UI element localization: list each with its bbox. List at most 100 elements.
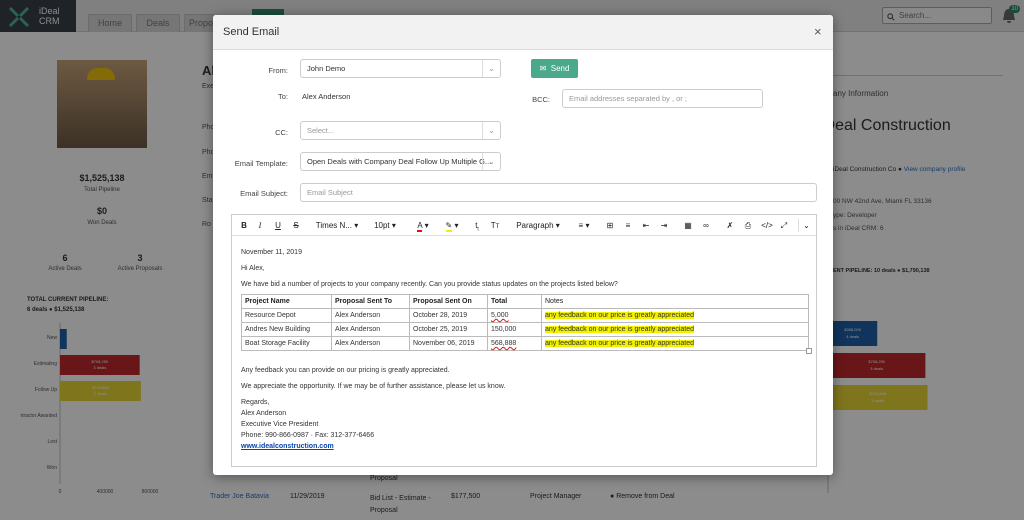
- note-text: any feedback on our price is greatly app…: [545, 340, 695, 347]
- table-resize-handle[interactable]: [806, 348, 812, 354]
- table-cell: any feedback on our price is greatly app…: [541, 336, 809, 351]
- table-cell: Alex Anderson: [331, 308, 410, 323]
- fullscreen-icon[interactable]: ⤢: [778, 219, 790, 232]
- text-color-icon: A: [417, 221, 423, 232]
- bcc-label: BCC:: [532, 95, 550, 104]
- table-cell: any feedback on our price is greatly app…: [541, 322, 809, 337]
- caret-down-icon: ▾: [391, 221, 396, 230]
- insert-table-icon[interactable]: ▦: [682, 219, 694, 232]
- table-cell: Andres New Building: [241, 322, 332, 337]
- table-row: Resource Depot Alex Anderson October 28,…: [241, 308, 809, 323]
- font-size-select[interactable]: 10pt ▾: [368, 219, 402, 232]
- cc-label: CC:: [275, 128, 288, 137]
- print-icon[interactable]: ⎙: [742, 219, 754, 232]
- table-cell: Alex Anderson: [331, 336, 410, 351]
- signature-title: Executive Vice President: [241, 421, 319, 428]
- email-paragraph-2: We appreciate the opportunity. If we may…: [241, 383, 506, 390]
- to-value: Alex Anderson: [302, 92, 351, 101]
- table-cell: November 06, 2019: [409, 336, 488, 351]
- table-cell: October 25, 2019: [409, 322, 488, 337]
- note-text: any feedback on our price is greatly app…: [545, 312, 695, 319]
- font-case-icon[interactable]: TT: [488, 219, 502, 232]
- caret-down-icon: ▾: [354, 221, 359, 230]
- email-intro: We have bid a number of projects to your…: [241, 281, 618, 288]
- table-cell: Resource Depot: [241, 308, 332, 323]
- table-cell: 150,000: [487, 322, 542, 337]
- rich-text-editor[interactable]: B I U S Times N... ▾ 10pt ▾ A ▾ ✎ ▾ tt T…: [231, 214, 817, 467]
- from-select[interactable]: John Demo ⌄: [300, 59, 501, 78]
- column-header: Proposal Sent To: [331, 294, 410, 309]
- unordered-list-icon[interactable]: ≡: [622, 219, 634, 232]
- ordered-list-icon[interactable]: ⊞: [604, 219, 616, 232]
- code-view-icon[interactable]: </>: [760, 219, 774, 232]
- align-left-icon[interactable]: ≡ ▾: [572, 219, 596, 232]
- superscript-icon[interactable]: tt: [470, 219, 484, 233]
- table-cell: Boat Storage Facility: [241, 336, 332, 351]
- underline-icon[interactable]: U: [272, 219, 284, 232]
- caret-down-icon: ▾: [424, 221, 429, 230]
- email-paragraph-1: Any feedback you can provide on our pric…: [241, 367, 450, 374]
- envelope-icon: ✉: [539, 64, 547, 73]
- email-subject-input[interactable]: Email Subject: [300, 183, 817, 202]
- modal-header: Send Email ×: [213, 15, 833, 50]
- email-template-select[interactable]: Open Deals with Company Deal Follow Up M…: [300, 152, 501, 171]
- close-icon[interactable]: ×: [814, 24, 822, 39]
- highlight-color-button[interactable]: ✎ ▾: [440, 219, 464, 232]
- bcc-input[interactable]: Email addresses separated by , or ;: [562, 89, 763, 108]
- italic-icon[interactable]: I: [254, 219, 266, 232]
- font-family-select[interactable]: Times N... ▾: [312, 219, 362, 232]
- send-email-modal: Send Email × From: John Demo ⌄ ✉ Send To:…: [213, 15, 833, 475]
- from-label: From:: [268, 66, 288, 75]
- indent-icon[interactable]: ⇥: [658, 219, 670, 232]
- chevron-down-icon: ⌄: [482, 122, 500, 139]
- chevron-down-icon: ⌄: [482, 153, 500, 170]
- more-options-chevron-icon[interactable]: ⌄: [798, 219, 814, 232]
- column-header: Total: [487, 294, 542, 309]
- text-color-button[interactable]: A ▾: [412, 219, 434, 232]
- table-cell: any feedback on our price is greatly app…: [541, 308, 809, 323]
- table-cell: Alex Anderson: [331, 322, 410, 337]
- outdent-icon[interactable]: ⇤: [640, 219, 652, 232]
- send-button[interactable]: ✉ Send: [531, 59, 578, 78]
- paragraph-value: Paragraph: [516, 221, 554, 230]
- insert-link-icon[interactable]: ∞: [700, 219, 712, 232]
- strikethrough-icon[interactable]: S: [290, 219, 302, 232]
- email-subject-label: Email Subject:: [240, 189, 288, 198]
- chevron-down-icon: ⌄: [482, 60, 500, 77]
- from-value: John Demo: [307, 64, 346, 73]
- cc-placeholder: Select...: [307, 126, 335, 135]
- editor-toolbar: B I U S Times N... ▾ 10pt ▾ A ▾ ✎ ▾ tt T…: [232, 215, 816, 236]
- projects-table: Project Name Proposal Sent To Proposal S…: [241, 294, 809, 351]
- highlight-icon: ✎: [445, 221, 453, 232]
- note-text: any feedback on our price is greatly app…: [545, 326, 695, 333]
- cc-select[interactable]: Select... ⌄: [300, 121, 501, 140]
- caret-down-icon: ▾: [454, 221, 459, 230]
- column-header: Project Name: [241, 294, 332, 309]
- column-header: Proposal Sent On: [409, 294, 488, 309]
- table-header-row: Project Name Proposal Sent To Proposal S…: [241, 294, 809, 309]
- table-row: Andres New Building Alex Anderson Octobe…: [241, 322, 809, 337]
- column-header: Notes: [541, 294, 809, 309]
- modal-title: Send Email: [223, 26, 280, 38]
- email-template-label: Email Template:: [234, 159, 288, 168]
- clear-formatting-icon[interactable]: ✗: [724, 219, 736, 232]
- table-row: Boat Storage Facility Alex Anderson Nove…: [241, 336, 809, 351]
- email-regards: Regards,: [241, 399, 270, 406]
- font-family-value: Times N...: [315, 221, 352, 230]
- total-value: 5,000: [491, 312, 509, 319]
- font-size-value: 10pt: [374, 221, 390, 230]
- signature-phone: Phone: 990-866-0987 · Fax: 312-377-6466: [241, 432, 375, 439]
- total-value: 568,888: [491, 340, 517, 347]
- table-cell: 5,000: [487, 308, 542, 323]
- signature-website-link[interactable]: www.idealconstruction.com: [241, 443, 334, 450]
- bold-icon[interactable]: B: [238, 219, 250, 232]
- email-template-value: Open Deals with Company Deal Follow Up M…: [307, 157, 492, 166]
- send-label: Send: [550, 64, 570, 73]
- paragraph-format-select[interactable]: Paragraph ▾: [510, 219, 566, 232]
- signature-name: Alex Anderson: [241, 410, 287, 417]
- email-subject-placeholder: Email Subject: [307, 188, 353, 197]
- to-label: To:: [277, 92, 288, 101]
- email-date: November 11, 2019: [241, 249, 302, 256]
- table-cell: 568,888: [487, 336, 542, 351]
- email-greeting: Hi Alex,: [241, 265, 265, 272]
